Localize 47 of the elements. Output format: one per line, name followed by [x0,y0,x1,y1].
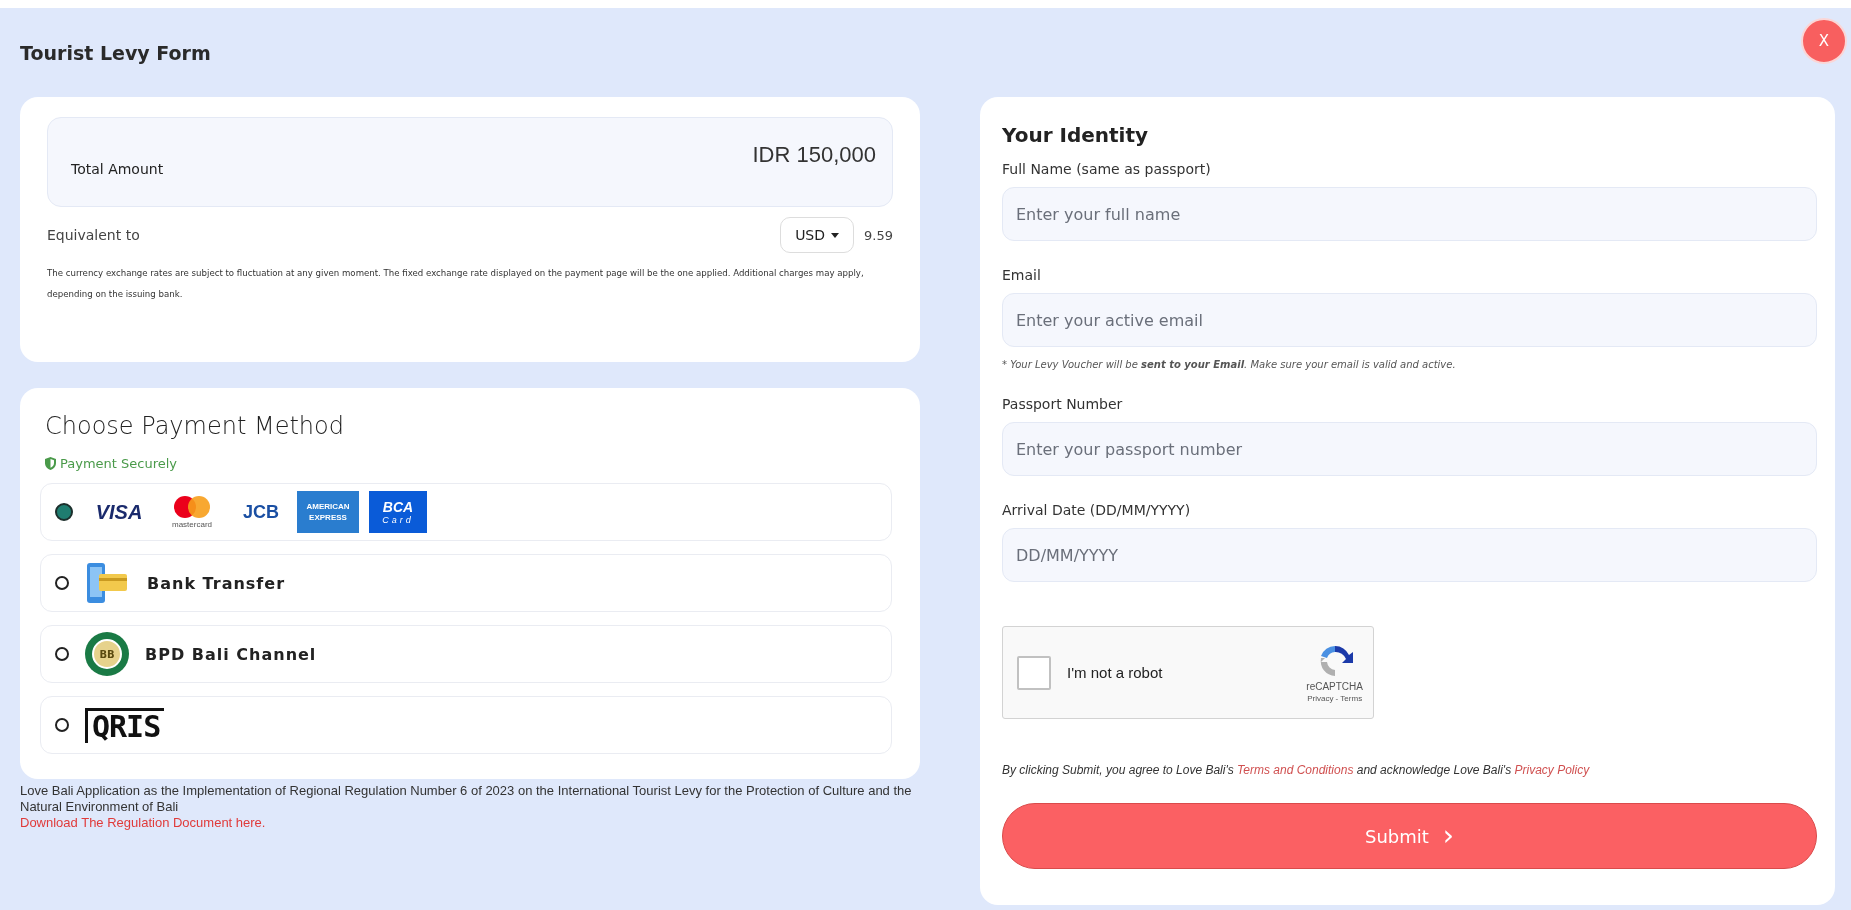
form-title: Tourist Levy Form [20,41,211,64]
privacy-link[interactable]: Privacy Policy [1514,763,1590,777]
bank-emblem-logo: BB [85,632,129,676]
bca-logo: BCA Card [369,491,427,533]
radio-button[interactable] [55,576,69,590]
payment-option[interactable]: QRIS [40,696,892,754]
mastercard-logo: mastercard [159,491,225,533]
method-label: BPD Bali Channel [145,644,317,664]
caret-icon [831,232,840,238]
method-label: Bank Transfer [147,573,286,593]
download-link[interactable]: Download The Regulation Document here. [20,815,266,831]
jcb-logo: JCB [242,500,280,524]
shield-icon [45,457,56,470]
field-label: Email [1002,267,1042,283]
total-amount-label: Total Amount [71,161,164,177]
radio-button[interactable] [55,647,69,661]
captcha-label: I'm not a robot [1067,664,1164,681]
payment-title: Choose Payment Method [45,412,345,440]
radio-button[interactable] [55,718,69,732]
email-note: * Your Levy Voucher will be sent to your Email. Make sure your email is valid and active. [1002,359,1457,370]
disclaimer-text: The currency exchange rates are subject to fluctuation at any given moment. The fixed exchange rate displayed on the payment page will be the one applied. Additional charges may apply, depending on the issuing bank. [47,267,865,301]
payment-option[interactable]: BB BPD Bali Channel [40,625,892,683]
currency-dropdown[interactable]: USD [780,217,855,253]
qris-logo: QRIS [85,707,165,743]
equivalent-value: 9.59 [864,227,893,243]
radio-button[interactable] [55,503,73,521]
input-field[interactable]: Enter your active email [1002,293,1817,347]
amex-logo: AMERICAN EXPRESS [297,491,359,533]
consent-text: By clicking Submit, you agree to Love Bali's Terms and Conditions and acknowledge Love Bali's Privacy Policy [1002,763,1591,777]
payment-option[interactable]: Bank Transfer [40,554,892,612]
visa-logo: VISA [94,499,144,525]
identity-title: Your Identity [1002,123,1150,147]
input-field[interactable]: Enter your passport number [1002,422,1817,476]
payment-option[interactable]: VISA mastercard JCB AMERICAN EXPRESS BCA Card [40,483,892,541]
captcha-checkbox[interactable] [1017,655,1051,690]
total-amount-value: IDR 150,000 [752,142,876,168]
regulation-note: Love Bali Application as the Implementation of Regional Regulation Number 6 of 2023 on the International Tourist Levy for the Protection of Culture and the Natural Environment of Bali Download The Regulation Document here. [20,783,913,831]
field-label: Arrival Date (DD/MM/YYYY) [1002,502,1192,518]
secure-label: Payment Securely [60,456,178,471]
field-label: Full Name (same as passport) [1002,161,1212,177]
recaptcha-label: reCAPTCHA [1306,680,1363,692]
equivalent-label: Equivalent to [47,227,141,243]
terms-link[interactable]: Terms and Conditions [1237,763,1354,777]
input-field[interactable]: DD/MM/YYYY [1002,528,1817,582]
input-field[interactable]: Enter your full name [1002,187,1817,241]
recaptcha-links[interactable]: Privacy - Terms [1307,693,1363,703]
field-label: Passport Number [1002,396,1124,412]
